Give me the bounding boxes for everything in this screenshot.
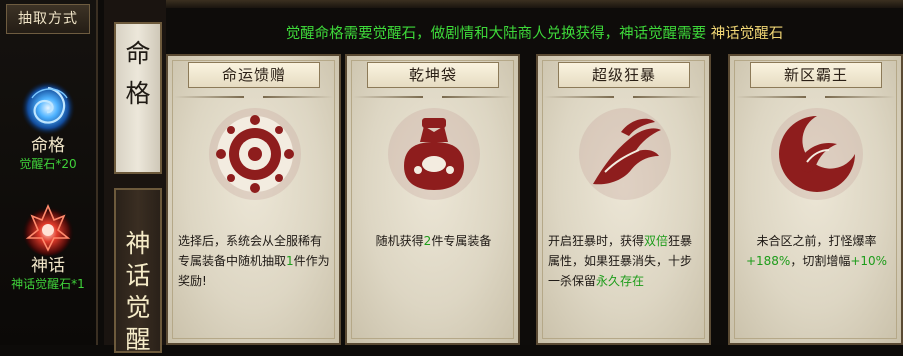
- card-qiankun-dai[interactable]: 乾坤袋 随机获得2件专属装备: [345, 54, 520, 345]
- blue-vortex-icon: [20, 80, 76, 136]
- card-chaoji-kuangbao[interactable]: 超级狂暴 开启狂暴时，获得双倍狂暴属性，如果狂暴消失，十步一杀保留永久存在: [536, 54, 711, 345]
- top-frame-bar: [166, 0, 903, 8]
- treasure-bag-icon: [384, 104, 484, 204]
- divider-ornament: [544, 96, 614, 98]
- card-xinqu-bawang[interactable]: 新区霸王 未合区之前，打怪爆率 +188%，切割增幅+10%: [728, 54, 903, 345]
- desc-text: ，切割增幅: [790, 254, 851, 268]
- card-description: 随机获得2件专属装备: [357, 231, 510, 251]
- draw-option-mingge[interactable]: 命格 觉醒石*20: [0, 80, 96, 172]
- divider-ornament: [263, 96, 333, 98]
- desc-highlight: 双倍: [644, 234, 669, 248]
- tab-char: 格: [125, 79, 151, 108]
- desc-text: 开启狂暴时，获得: [548, 234, 645, 248]
- option-name: 命格: [31, 136, 65, 156]
- desc-text: 随机获得: [375, 234, 424, 248]
- notice-text: 觉醒命格需要觉醒石，做剧情和大陆商人兑换获得，神话觉醒需要: [285, 26, 707, 42]
- desc-text: 未合区之前，打怪爆率: [756, 234, 877, 248]
- divider-ornament: [353, 96, 423, 98]
- divider-ornament: [825, 96, 895, 98]
- tab-char: 话: [125, 261, 151, 290]
- sun-burst-icon: [205, 104, 305, 204]
- divider-ornament: [174, 96, 244, 98]
- option-name: 神话: [31, 256, 65, 276]
- card-description: 未合区之前，打怪爆率 +188%，切割增幅+10%: [740, 231, 893, 271]
- card-description: 选择后，系统会从全服稀有专属装备中随机抽取1件作为奖励!: [178, 231, 331, 291]
- draw-method-panel: 抽取方式 命格 觉醒石*20 神话 神话觉醒石*1: [0, 0, 98, 345]
- tab-char: 神: [125, 229, 151, 258]
- card-mingyun-kuizeng[interactable]: 命运馈赠 选择后，系统会从全服稀有专属装备中随机抽取1件作为奖励!: [166, 54, 341, 345]
- draw-method-title: 抽取方式: [6, 4, 90, 34]
- desc-highlight: 永久存在: [596, 274, 645, 288]
- divider-ornament: [442, 96, 512, 98]
- tab-char: 命: [125, 39, 151, 68]
- card-title: 超级狂暴: [558, 62, 690, 88]
- desc-highlight: +188%: [745, 254, 791, 268]
- tab-mingge[interactable]: 命 格: [114, 22, 162, 174]
- option-cost: 觉醒石*20: [19, 157, 77, 171]
- card-description: 开启狂暴时，获得双倍狂暴属性，如果狂暴消失，十步一杀保留永久存在: [548, 231, 701, 291]
- tab-char: 觉: [125, 293, 151, 322]
- tab-char: 醒: [125, 325, 151, 354]
- desc-highlight: 1: [286, 254, 294, 268]
- notice-highlight: 神话觉醒石: [710, 26, 784, 42]
- option-cost: 神话觉醒石*1: [11, 277, 85, 291]
- awakening-panel: 觉醒命格需要觉醒石，做剧情和大陆商人兑换获得，神话觉醒需要 神话觉醒石 命运馈赠: [166, 0, 903, 345]
- red-flame-icon: [20, 200, 76, 256]
- notice-banner: 觉醒命格需要觉醒石，做剧情和大陆商人兑换获得，神话觉醒需要 神话觉醒石: [166, 20, 903, 48]
- divider-ornament: [736, 96, 806, 98]
- crescent-swirl-icon: [767, 104, 867, 204]
- draw-option-shenhua[interactable]: 神话 神话觉醒石*1: [0, 200, 96, 292]
- desc-highlight: +10%: [850, 254, 888, 268]
- desc-text: 件专属装备: [431, 234, 492, 248]
- card-title: 新区霸王: [750, 62, 882, 88]
- card-title: 乾坤袋: [367, 62, 499, 88]
- card-title: 命运馈赠: [188, 62, 320, 88]
- divider-ornament: [633, 96, 703, 98]
- category-tabs: 命 格 神 话 觉 醒: [104, 0, 166, 354]
- rage-claw-icon: [575, 104, 675, 204]
- tab-shenhua-juexing[interactable]: 神 话 觉 醒: [114, 188, 162, 354]
